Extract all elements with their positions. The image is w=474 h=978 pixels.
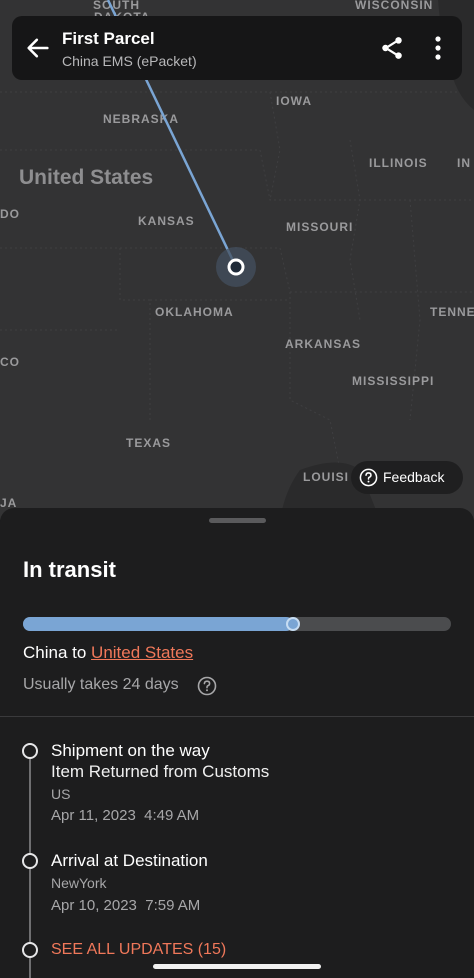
origin-country: China [23,643,68,662]
status-heading: In transit [23,557,116,582]
event-timestamp: Apr 10, 2023 7:59 AM [51,897,201,914]
event-location: NewYork [51,875,107,891]
location-marker [227,258,245,276]
header-bar: First Parcel China EMS (ePacket) [12,16,462,80]
share-icon[interactable] [379,35,405,61]
event-title: Arrival at Destination [51,851,208,870]
sheet-grabber[interactable] [209,518,266,523]
progress-marker [285,617,300,631]
timeline-dot [22,942,38,958]
route-connector: to [67,643,92,662]
arrow-left-icon[interactable] [24,34,52,62]
progress-fill [23,617,293,631]
more-vertical-icon[interactable] [428,35,448,61]
section-divider [0,716,474,717]
route-text: China to United States [23,643,193,663]
carrier-subtitle: China EMS (ePacket) [62,53,197,69]
progress-bar [23,617,451,631]
question-circle-icon [359,468,378,487]
event-timestamp: Apr 11, 2023 4:49 AM [51,807,200,824]
feedback-button[interactable]: Feedback [351,461,463,494]
destination-link[interactable]: United States [91,643,193,662]
see-all-updates-link[interactable]: SEE ALL UPDATES (15) [51,941,226,959]
tracking-sheet: In transit China to United States Usuall… [0,508,474,978]
help-icon[interactable] [197,676,217,696]
feedback-label: Feedback [383,469,445,485]
event-location: US [51,786,71,802]
event-description: Item Returned from Customs [51,762,270,781]
parcel-title: First Parcel [62,29,155,48]
home-indicator[interactable] [153,964,321,969]
event-title: Shipment on the way [51,741,210,760]
timeline-dot [22,743,38,759]
delivery-estimate: Usually takes 24 days [23,676,179,693]
timeline-dot [22,853,38,869]
